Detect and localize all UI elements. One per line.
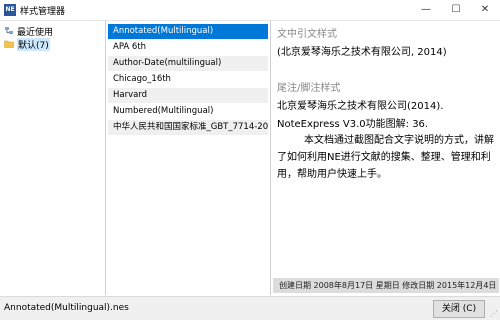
intext-heading: 文中引文样式 (277, 29, 337, 40)
style-item[interactable]: Annotated(Multilingual) (108, 24, 268, 39)
minimize-button[interactable]: — (411, 0, 441, 20)
style-item[interactable]: Author-Date(multilingual) (108, 56, 268, 71)
category-tree: 最近使用 默认(7) (0, 21, 106, 295)
style-list: Annotated(Multilingual) APA 6th Author-D… (108, 21, 271, 295)
intext-citation: (北京爱琴海乐之技术有限公司, 2014) (277, 47, 447, 58)
title-bar: NE 样式管理器 — ☐ ✕ (0, 0, 500, 21)
resize-grip-icon[interactable]: ⋰ (490, 309, 498, 318)
status-filename: Annotated(Multilingual).nes (4, 303, 129, 313)
tree-item-label: 最近使用 (17, 27, 54, 38)
footnote-heading: 尾注/脚注样式 (277, 83, 341, 94)
maximize-button[interactable]: ☐ (441, 0, 471, 20)
folder-icon (4, 40, 14, 48)
preview-pane: 文中引文样式 (北京爱琴海乐之技术有限公司, 2014) 尾注/脚注样式 北京爱… (273, 21, 499, 295)
description-paragraph: 本文档通过截图配合文字说明的方式，讲解了如何利用NE进行文献的搜集、整理、管理和… (277, 135, 494, 180)
window-title: 样式管理器 (20, 7, 66, 17)
tree-item-label: 默认(7) (17, 37, 50, 51)
style-item[interactable]: APA 6th (108, 40, 268, 55)
style-item[interactable]: Numbered(Multilingual) (108, 104, 268, 119)
folder-tree-icon (5, 27, 13, 34)
footnote-line-1: 北京爱琴海乐之技术有限公司(2014). (277, 101, 444, 112)
date-info-bar: 创建日期 2008年8月17日 星期日 修改日期 2015年12月4日 星期五 (273, 278, 499, 293)
style-item[interactable]: Harvard (108, 88, 268, 103)
footnote-line-2: NoteExpress V3.0功能图解: 36. (277, 119, 429, 130)
status-bar: Annotated(Multilingual).nes 关闭 (C) ⋰ (0, 296, 500, 320)
style-item[interactable]: Chicago_16th (108, 72, 268, 87)
close-button[interactable]: 关闭 (C) (433, 300, 485, 318)
app-icon: NE (4, 4, 16, 16)
close-window-button[interactable]: ✕ (470, 0, 500, 20)
tree-item-default[interactable]: 默认(7) (4, 37, 50, 51)
style-item[interactable]: 中华人民共和国国家标准_GBT_7714-2005 (108, 120, 268, 135)
tree-item-recent[interactable]: 最近使用 (4, 25, 54, 38)
